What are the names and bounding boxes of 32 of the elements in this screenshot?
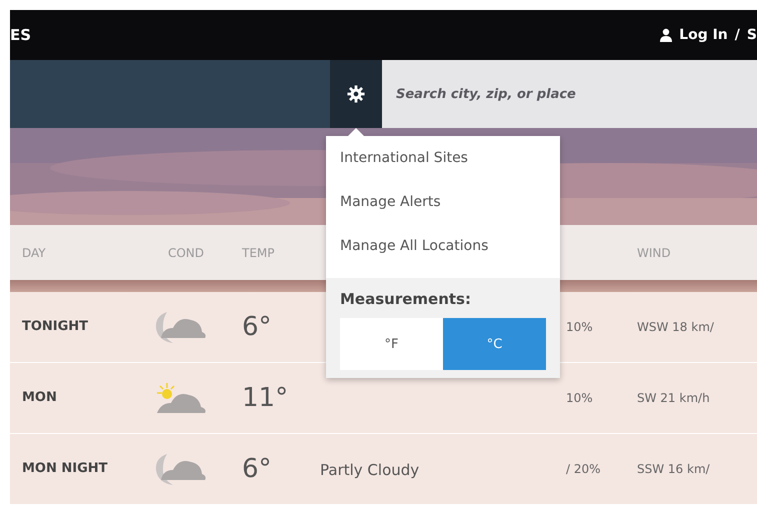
precipitation-text: 10% [565,391,594,405]
moon-cloud-icon [153,310,207,344]
day-text: MON [21,391,58,405]
precipitation-text: / 20% [565,462,602,476]
day-text: MON NIGHT [21,462,109,476]
menu-item[interactable]: Manage Alerts [326,180,560,224]
settings-button[interactable] [330,60,382,128]
signup-link[interactable]: S [746,27,757,43]
menu-item[interactable]: International Sites [326,136,560,180]
column-header: COND [166,246,206,260]
wind-text: SSW 16 km/ [636,462,711,476]
brand-text: ES [10,26,32,44]
column-header: DAY [21,246,47,260]
day-text: TONIGHT [21,320,90,334]
menu-item[interactable]: Manage All Locations [326,224,560,268]
column-header: TEMP [241,246,276,260]
temperature-text: 6° [241,312,273,342]
settings-icon [347,85,365,103]
person-icon [660,28,672,42]
temperature-text: 6° [241,454,273,484]
wind-text: SW 21 km/h [636,391,711,405]
wind-text: WSW 18 km/ [636,320,715,334]
unit-toggle[interactable]: °F [340,318,443,370]
moon-cloud-icon [153,452,207,486]
column-header: WIND [636,246,672,260]
condition-text: Partly Cloudy [320,460,420,478]
measurements-label: Measurements: [340,290,472,308]
temperature-text: 11° [241,383,290,413]
precipitation-text: 10% [565,320,594,334]
separator-text: / [734,27,740,43]
login-link[interactable]: Log In [679,27,728,43]
search-field[interactable]: Search city, zip, or place [382,60,757,128]
